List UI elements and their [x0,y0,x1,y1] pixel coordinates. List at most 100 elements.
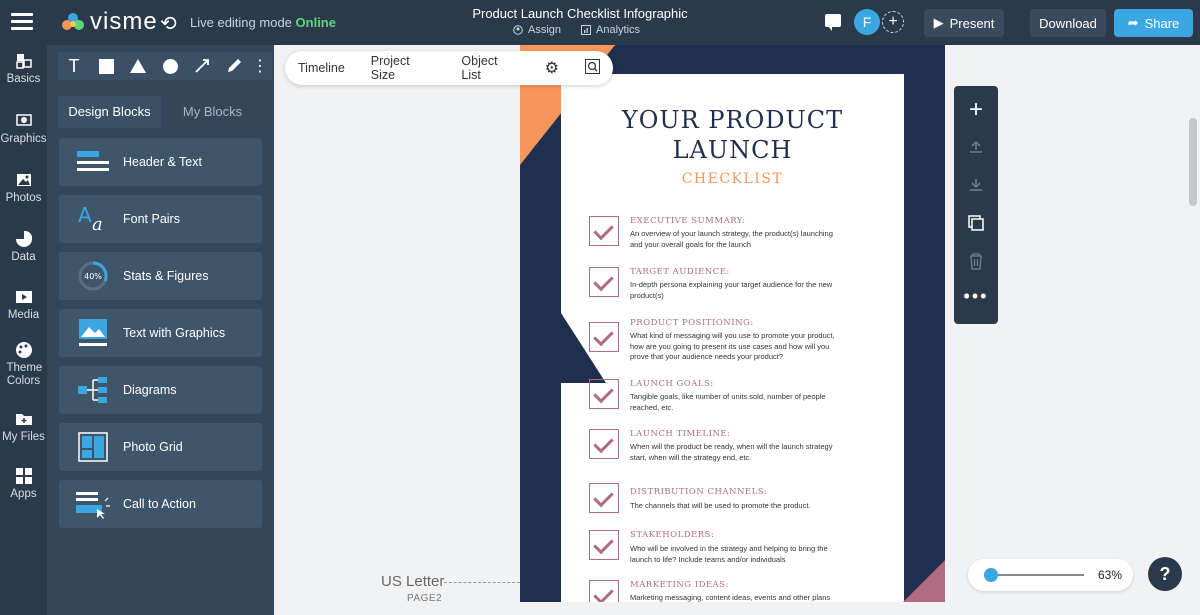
block-call-to-action[interactable]: Call to Action [59,480,262,528]
photo-grid-icon [75,431,111,463]
add-page-icon[interactable]: + [954,96,998,124]
rail-label: My Files [2,431,45,443]
visme-logo-icon [62,13,84,30]
checkbox-icon [589,379,619,409]
rectangle-tool-icon[interactable] [90,52,122,80]
item-title: EXECUTIVE SUMMARY: [630,216,746,226]
block-stats-figures[interactable]: 40% Stats & Figures [59,252,262,300]
item-description: An overview of your launch strategy, the… [630,229,833,249]
avatar[interactable]: F [854,9,880,35]
tab-my-blocks[interactable]: My Blocks [161,96,264,128]
search-icon[interactable] [572,59,613,77]
line-tool-icon[interactable] [186,52,218,80]
delete-page-icon[interactable] [954,252,998,276]
help-button[interactable]: ? [1148,557,1182,591]
rail-label: Graphics [0,133,47,145]
menu-icon[interactable] [11,13,33,31]
block-font-pairs[interactable]: Aa Font Pairs [59,195,262,243]
checkbox-icon [589,429,619,459]
basic-tools: T ⋮ [58,52,272,80]
block-label: Diagrams [123,383,177,397]
zoom-value[interactable]: 63% [1098,568,1122,582]
rail-item-theme-colors[interactable]: Theme Colors [0,341,47,388]
more-options-icon[interactable]: ••• [954,286,998,307]
rail-item-data[interactable]: Data [0,230,47,263]
graphics-icon [15,114,32,126]
analytics-link[interactable]: Analytics [581,24,640,36]
block-photo-grid[interactable]: Photo Grid [59,423,262,471]
infographic-title[interactable]: YOUR PRODUCT LAUNCH [561,105,904,165]
block-label: Photo Grid [123,440,183,454]
more-tools-icon[interactable]: ⋮ [250,52,270,80]
basics-icon [15,54,32,69]
circle-tool-icon[interactable] [154,52,186,80]
settings-icon[interactable]: ⚙ [532,58,572,78]
move-down-icon[interactable] [954,176,998,199]
photos-icon [16,174,31,186]
play-icon: ▶ [933,15,944,30]
rail-item-basics[interactable]: Basics [0,52,47,85]
move-up-icon[interactable] [954,138,998,161]
canvas-toolbar: Timeline Project Size Object List ⚙ [285,51,613,85]
comments-icon[interactable] [825,14,841,31]
block-tabs: Design Blocks My Blocks [58,96,264,128]
block-label: Header & Text [123,155,202,169]
rail-label: Data [11,251,36,263]
add-collaborator-icon[interactable]: + [882,11,904,33]
item-title: TARGET AUDIENCE: [630,267,730,277]
duplicate-page-icon[interactable] [954,214,998,238]
media-icon [15,291,32,303]
item-description: Tangible goals, like number of units sol… [630,392,826,412]
present-button[interactable]: ▶ Present [924,9,1004,37]
zoom-slider-handle[interactable] [984,568,998,582]
rail-item-photos[interactable]: Photos [0,171,47,204]
page-size-label: US Letter [381,573,445,590]
tab-design-blocks[interactable]: Design Blocks [58,96,161,128]
item-title: LAUNCH GOALS: [630,379,714,389]
share-button[interactable]: ➦ Share [1114,9,1193,37]
download-button[interactable]: Download [1030,9,1106,37]
vertical-scrollbar[interactable] [1189,118,1197,206]
zoom-slider-track[interactable] [988,574,1084,576]
timeline-button[interactable]: Timeline [285,61,358,75]
checkbox-icon [589,580,619,602]
rail-item-my-files[interactable]: My Files [0,410,47,443]
assign-link[interactable]: Assign [513,24,561,36]
apps-icon [15,468,32,484]
triangle-tool-icon[interactable] [122,52,154,80]
item-title: MARKETING IDEAS: [630,580,729,590]
logo-text: visme [90,8,158,35]
item-title: LAUNCH TIMELINE: [630,429,731,439]
analytics-icon [581,25,592,35]
left-rail: Basics Graphics Photos Data Media Theme … [0,45,47,615]
document-links: Assign Analytics [513,24,640,36]
undo-icon[interactable]: ⟲ [160,11,177,36]
pen-tool-icon[interactable] [218,52,250,80]
rail-label: Photos [5,192,42,204]
infographic-subtitle[interactable]: CHECKLIST [561,171,904,187]
rail-item-media[interactable]: Media [0,288,47,321]
live-prefix: Live editing mode [190,15,292,30]
title-line-1: YOUR PRODUCT [621,106,844,134]
block-label: Stats & Figures [123,269,209,283]
rail-label: Media [7,309,40,321]
analytics-label: Analytics [596,24,641,36]
block-header-text[interactable]: Header & Text [59,138,262,186]
object-list-button[interactable]: Object List [448,54,531,82]
document-title[interactable]: Product Launch Checklist Infographic [430,6,730,21]
block-diagrams[interactable]: Diagrams [59,366,262,414]
visme-logo[interactable]: visme [60,8,158,36]
rail-item-graphics[interactable]: Graphics [0,112,47,145]
checkbox-icon [589,267,619,297]
rail-item-apps[interactable]: Apps [0,467,47,500]
rail-label: Theme Colors [6,362,43,387]
item-description: The channels that will be used to promot… [630,501,811,510]
share-label: Share [1144,15,1180,31]
block-text-with-graphics[interactable]: Text with Graphics [59,309,262,357]
user-circle-icon [513,25,523,35]
text-tool-icon[interactable]: T [58,52,90,80]
checklist-item[interactable]: MARKETING IDEAS: Marketing messaging, co… [589,580,889,602]
font-pairs-icon: Aa [75,203,111,235]
project-size-button[interactable]: Project Size [358,54,449,82]
page-number-label: PAGE2 [407,593,443,604]
